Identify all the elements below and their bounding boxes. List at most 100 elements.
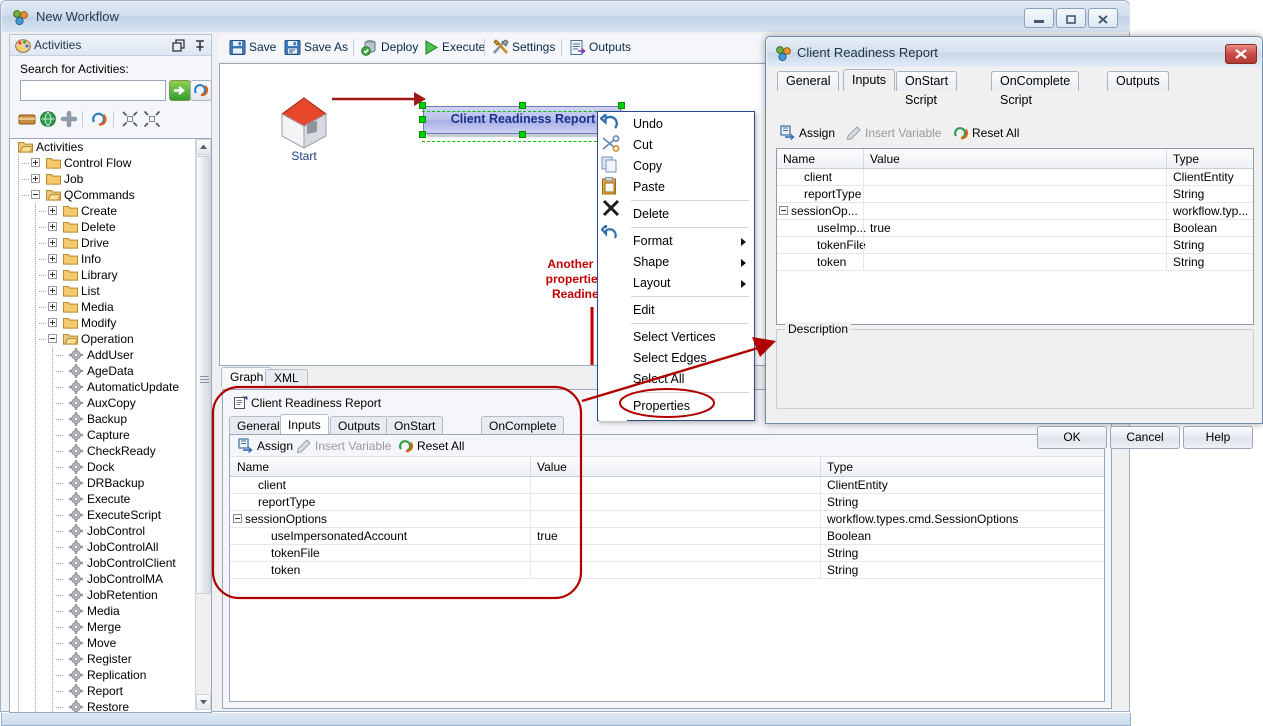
tree-item-jobcontrolma[interactable]: JobControlMA xyxy=(10,571,196,587)
expand-icon[interactable] xyxy=(48,318,57,327)
menu-item-undo[interactable]: Undo xyxy=(627,114,754,135)
tree-item-automaticupdate[interactable]: AutomaticUpdate xyxy=(10,379,196,395)
scrollbar-thumb[interactable] xyxy=(196,156,211,594)
menu-item-shape[interactable]: Shape xyxy=(627,252,754,273)
tree-item-adduser[interactable]: AddUser xyxy=(10,347,196,363)
collapse-icon[interactable] xyxy=(31,190,40,199)
menu-item-layout[interactable]: Layout xyxy=(627,273,754,294)
tree-item-modify[interactable]: Modify xyxy=(10,315,196,331)
tree-item-create[interactable]: Create xyxy=(10,203,196,219)
tree-item-list[interactable]: List xyxy=(10,283,196,299)
grid-row[interactable]: clientClientEntity xyxy=(777,169,1253,186)
search-reset-button[interactable] xyxy=(190,80,212,101)
tree-item-execute[interactable]: Execute xyxy=(10,491,196,507)
tree-item-operation[interactable]: Operation xyxy=(10,331,196,347)
expand-all-icon[interactable] xyxy=(143,110,161,128)
expand-icon[interactable] xyxy=(48,206,57,215)
tree-item-auxcopy[interactable]: AuxCopy xyxy=(10,395,196,411)
minimize-button[interactable] xyxy=(1024,8,1054,28)
menu-item-copy[interactable]: Copy xyxy=(627,156,754,177)
search-label: Search for Activities: xyxy=(20,62,129,76)
tree-item-job[interactable]: Job xyxy=(10,171,196,187)
expand-icon[interactable] xyxy=(48,302,57,311)
activities-tree[interactable]: ActivitiesControl FlowJobQCommandsCreate… xyxy=(9,138,212,713)
tree-item-control-flow[interactable]: Control Flow xyxy=(10,155,196,171)
expand-icon[interactable] xyxy=(48,238,57,247)
expand-icon[interactable] xyxy=(31,174,40,183)
description-legend: Description xyxy=(785,322,851,336)
float-icon[interactable] xyxy=(172,39,186,53)
dialog-tab-oncomplete-script[interactable]: OnComplete Script xyxy=(991,71,1079,91)
tree-item-drbackup[interactable]: DRBackup xyxy=(10,475,196,491)
dialog-tab-general[interactable]: General xyxy=(777,71,839,91)
close-button[interactable] xyxy=(1088,8,1118,28)
dialog-grid[interactable]: Name Value Type clientClientEntityreport… xyxy=(776,148,1254,325)
tree-item-backup[interactable]: Backup xyxy=(10,411,196,427)
tree-item-drive[interactable]: Drive xyxy=(10,235,196,251)
tree-item-dock[interactable]: Dock xyxy=(10,459,196,475)
dialog-tab-outputs[interactable]: Outputs xyxy=(1107,71,1169,91)
tree-item-jobcontrol[interactable]: JobControl xyxy=(10,523,196,539)
grid-row[interactable]: tokenString xyxy=(777,254,1253,271)
grid-row[interactable]: useImp...trueBoolean xyxy=(777,220,1253,237)
search-input[interactable] xyxy=(20,80,166,101)
workflow-edge[interactable] xyxy=(330,88,428,113)
menu-item-format[interactable]: Format xyxy=(627,231,754,252)
grid-row[interactable]: tokenFileString xyxy=(777,237,1253,254)
tree-item-register[interactable]: Register xyxy=(10,651,196,667)
dialog-close-button[interactable] xyxy=(1225,44,1257,64)
tree-item-jobcontrolall[interactable]: JobControlAll xyxy=(10,539,196,555)
tree-item-qcommands[interactable]: QCommands xyxy=(10,187,196,203)
ok-button[interactable]: OK xyxy=(1037,426,1107,449)
menu-item-paste[interactable]: Paste xyxy=(627,177,754,198)
refresh-icon[interactable] xyxy=(90,110,108,128)
tree-item-restore[interactable]: Restore xyxy=(10,699,196,712)
window-titlebar[interactable]: New Workflow xyxy=(2,2,1130,32)
tree-item-delete[interactable]: Delete xyxy=(10,219,196,235)
tree-item-activities[interactable]: Activities xyxy=(10,139,196,155)
tree-scrollbar[interactable] xyxy=(195,139,211,710)
tree-item-jobcontrolclient[interactable]: JobControlClient xyxy=(10,555,196,571)
globe-icon[interactable] xyxy=(39,110,57,128)
start-house-icon[interactable] xyxy=(274,92,334,154)
pin-icon[interactable] xyxy=(193,39,207,53)
tree-item-media[interactable]: Media xyxy=(10,299,196,315)
expand-icon[interactable] xyxy=(48,254,57,263)
menu-item-cut[interactable]: Cut xyxy=(627,135,754,156)
box-icon[interactable] xyxy=(18,110,36,128)
tree-item-merge[interactable]: Merge xyxy=(10,619,196,635)
collapse-all-icon[interactable] xyxy=(121,110,139,128)
tree-item-agedata[interactable]: AgeData xyxy=(10,363,196,379)
menu-item-delete[interactable]: Delete xyxy=(627,204,754,225)
search-go-button[interactable] xyxy=(169,80,191,101)
scroll-up-icon[interactable] xyxy=(196,139,211,155)
tree-item-capture[interactable]: Capture xyxy=(10,427,196,443)
grid-row[interactable]: sessionOp...workflow.typ... xyxy=(777,203,1253,220)
scroll-down-icon[interactable] xyxy=(196,694,211,710)
tree-item-executescript[interactable]: ExecuteScript xyxy=(10,507,196,523)
tree-item-move[interactable]: Move xyxy=(10,635,196,651)
tree-item-media[interactable]: Media xyxy=(10,603,196,619)
tree-item-info[interactable]: Info xyxy=(10,251,196,267)
collapse-icon[interactable] xyxy=(48,334,57,343)
menu-item-edit[interactable]: Edit xyxy=(627,300,754,321)
tree-item-replication[interactable]: Replication xyxy=(10,667,196,683)
dialog-titlebar[interactable]: Client Readiness Report xyxy=(767,38,1261,67)
tree-item-jobretention[interactable]: JobRetention xyxy=(10,587,196,603)
expand-icon[interactable] xyxy=(48,222,57,231)
tree-item-library[interactable]: Library xyxy=(10,267,196,283)
grid-row[interactable]: reportTypeString xyxy=(777,186,1253,203)
expand-icon[interactable] xyxy=(48,286,57,295)
play-icon xyxy=(422,39,439,56)
expand-icon[interactable] xyxy=(31,158,40,167)
dialog-tab-onstart-script[interactable]: OnStart Script xyxy=(896,71,957,91)
tree-item-report[interactable]: Report xyxy=(10,683,196,699)
collapse-icon[interactable] xyxy=(779,206,788,215)
expand-icon[interactable] xyxy=(48,270,57,279)
help-button[interactable]: Help xyxy=(1183,426,1253,449)
tree-item-checkready[interactable]: CheckReady xyxy=(10,443,196,459)
maximize-button[interactable] xyxy=(1056,8,1086,28)
cancel-button[interactable]: Cancel xyxy=(1110,426,1180,449)
plus-icon[interactable] xyxy=(60,110,78,128)
dialog-tab-inputs[interactable]: Inputs xyxy=(843,69,895,91)
